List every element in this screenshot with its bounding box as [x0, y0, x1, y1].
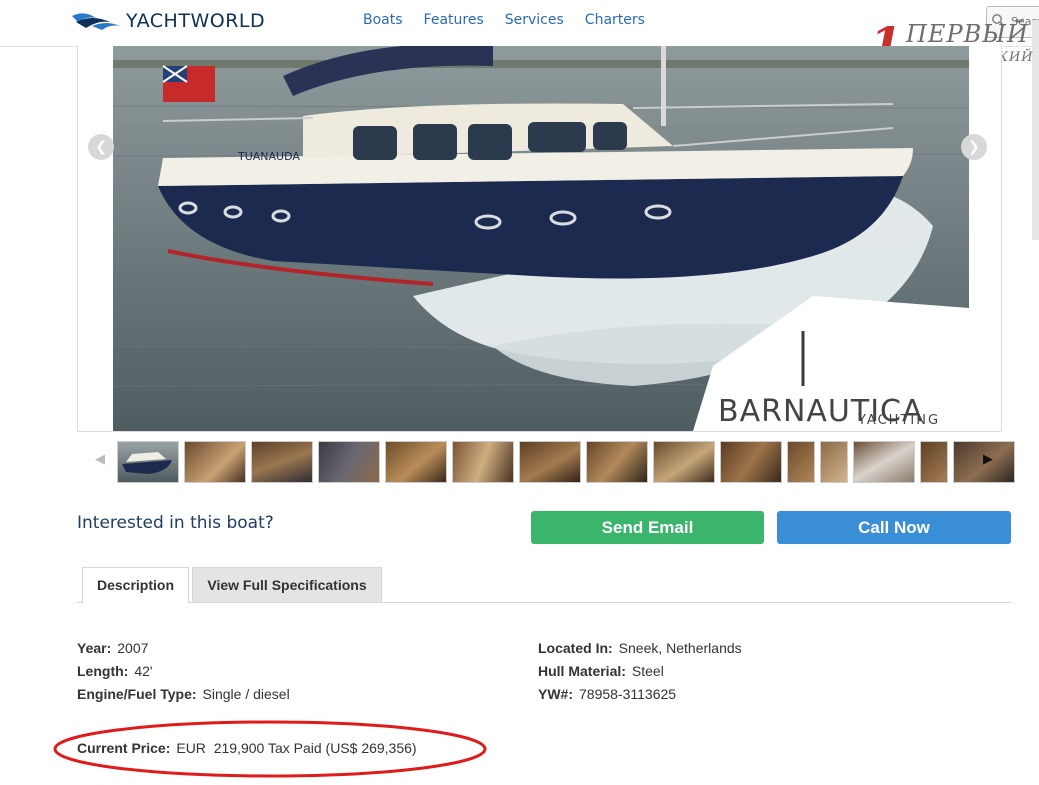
- spec-label: Year:: [77, 640, 112, 656]
- logo-text: YACHTWORLD: [126, 10, 266, 32]
- current-price: Current Price: EUR 219,900 Tax Paid (US$ …: [77, 740, 417, 756]
- spec-label: Engine/Fuel Type:: [77, 686, 197, 702]
- main-nav: Boats Features Services Charters: [363, 12, 645, 28]
- spec-value: 78958-3113625: [579, 686, 677, 702]
- nav-features[interactable]: Features: [424, 12, 484, 28]
- spec-label: YW#:: [538, 686, 573, 702]
- thumbnail[interactable]: [452, 441, 514, 483]
- photo-gallery: TUANAUDA BARNAUTICA YACHTING ❮ ❯: [77, 46, 1002, 432]
- spec-value: 2007: [117, 640, 149, 656]
- spec-engine-fuel: Engine/Fuel Type: Single / diesel: [77, 686, 290, 702]
- spec-value: 42': [134, 663, 153, 679]
- spec-value: Steel: [631, 663, 664, 679]
- thumbnail[interactable]: [385, 441, 447, 483]
- thumbnail-strip: ◀ ▶: [77, 440, 1015, 484]
- spec-yw-number: YW#: 78958-3113625: [538, 686, 676, 702]
- chevron-right-icon: ❯: [968, 139, 980, 155]
- thumbnail[interactable]: [586, 441, 648, 483]
- thumbnail[interactable]: [820, 441, 848, 483]
- spec-value: Single / diesel: [202, 686, 290, 702]
- detail-tabs: Description View Full Specifications: [77, 567, 1011, 604]
- gallery-prev-button[interactable]: ❮: [88, 134, 114, 160]
- spec-year: Year: 2007: [77, 640, 148, 656]
- chevron-left-icon: ❮: [95, 139, 107, 155]
- nav-services[interactable]: Services: [505, 12, 564, 28]
- interested-heading: Interested in this boat?: [77, 513, 274, 533]
- thumbnail[interactable]: [117, 441, 179, 483]
- thumbnail[interactable]: [920, 441, 948, 483]
- price-value: EUR 219,900 Tax Paid (US$ 269,356): [176, 740, 417, 756]
- spec-label: Length:: [77, 663, 129, 679]
- price-label: Current Price:: [77, 740, 171, 756]
- tab-description[interactable]: Description: [82, 567, 189, 604]
- nav-charters[interactable]: Charters: [585, 12, 645, 28]
- spec-value: Sneek, Netherlands: [618, 640, 742, 656]
- wave-logo-icon: [72, 13, 120, 30]
- thumbnail[interactable]: [720, 441, 782, 483]
- thumbnail[interactable]: [853, 441, 915, 483]
- spec-location: Located In: Sneek, Netherlands: [538, 640, 742, 656]
- nav-boats[interactable]: Boats: [363, 12, 403, 28]
- spec-hull-material: Hull Material: Steel: [538, 663, 664, 679]
- thumbnail[interactable]: [318, 441, 380, 483]
- thumbs-next-icon[interactable]: ▶: [983, 452, 993, 467]
- call-now-button[interactable]: Call Now: [777, 511, 1011, 544]
- thumbnail[interactable]: [184, 441, 246, 483]
- boat-photo-image: TUANAUDA BARNAUTICA YACHTING: [113, 46, 969, 431]
- thumbnail[interactable]: [653, 441, 715, 483]
- thumbs-prev-icon[interactable]: ◀: [95, 452, 105, 467]
- thumbnail[interactable]: [519, 441, 581, 483]
- yachtworld-logo[interactable]: YACHTWORLD: [70, 10, 265, 32]
- spec-label: Hull Material:: [538, 663, 626, 679]
- send-email-button[interactable]: Send Email: [531, 511, 764, 544]
- thumbnail-list: [117, 441, 1015, 483]
- thumbnail-boat-image: [122, 452, 172, 474]
- spec-label: Located In:: [538, 640, 613, 656]
- svg-text:YACHTING: YACHTING: [857, 413, 940, 428]
- watermark-line1: ПЕРВЫЙ: [906, 20, 1029, 48]
- thumbnail[interactable]: [787, 441, 815, 483]
- tab-full-specifications[interactable]: View Full Specifications: [192, 567, 382, 603]
- spec-length: Length: 42': [77, 663, 153, 679]
- svg-text:TUANAUDA: TUANAUDA: [237, 150, 300, 163]
- gallery-next-button[interactable]: ❯: [961, 134, 987, 160]
- main-boat-photo[interactable]: TUANAUDA BARNAUTICA YACHTING: [113, 46, 969, 431]
- thumbnail[interactable]: [251, 441, 313, 483]
